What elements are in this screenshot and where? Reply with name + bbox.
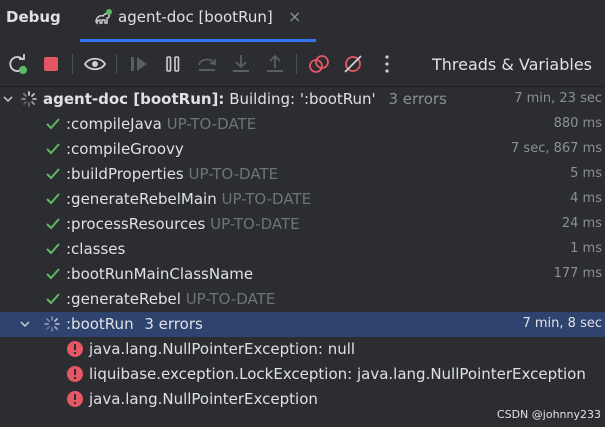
error-message: java.lang.NullPointerException <box>89 390 318 408</box>
chevron-down-icon[interactable] <box>0 91 16 107</box>
task-duration: 4 ms <box>570 191 602 206</box>
task-status: UP-TO-DATE <box>221 190 312 208</box>
task-name: :generateRebelMain <box>66 190 217 208</box>
task-status: UP-TO-DATE <box>166 115 257 133</box>
step-over-icon[interactable] <box>195 52 219 76</box>
root-task-name: agent-doc [bootRun]: <box>43 90 225 108</box>
task-name: :processResources <box>66 215 206 233</box>
root-duration: 7 min, 23 sec <box>514 91 602 106</box>
resume-icon[interactable] <box>127 52 151 76</box>
toolbar-separator <box>296 54 297 74</box>
error-row[interactable]: java.lang.NullPointerException: null <box>0 337 605 362</box>
bootrun-task-name: :bootRun <box>66 315 134 333</box>
task-row[interactable]: :buildProperties UP-TO-DATE 5 ms <box>0 162 605 187</box>
task-duration: 177 ms <box>553 266 602 281</box>
mute-breakpoints-icon[interactable] <box>341 52 365 76</box>
tab-agent-doc-bootrun[interactable]: agent-doc [bootRun] × <box>80 0 316 42</box>
step-into-icon[interactable] <box>229 52 253 76</box>
task-row[interactable]: :bootRunMainClassName 177 ms <box>0 262 605 287</box>
task-name: :generateRebel <box>66 290 181 308</box>
stop-icon[interactable] <box>39 52 63 76</box>
checkmark-icon <box>46 218 60 230</box>
task-name: :compileJava <box>66 115 162 133</box>
gradle-run-icon <box>95 9 112 25</box>
task-status: UP-TO-DATE <box>185 290 276 308</box>
task-name: :buildProperties <box>66 165 184 183</box>
tree-root-row[interactable]: agent-doc [bootRun]: Building: ':bootRun… <box>0 87 605 112</box>
checkmark-icon <box>46 268 60 280</box>
more-icon[interactable] <box>375 52 399 76</box>
checkmark-icon <box>46 293 60 305</box>
task-row[interactable]: :generateRebelMain UP-TO-DATE 4 ms <box>0 187 605 212</box>
task-row[interactable]: :generateRebel UP-TO-DATE <box>0 287 605 312</box>
task-status: UP-TO-DATE <box>210 215 300 233</box>
view-icon[interactable] <box>83 52 107 76</box>
rerun-icon[interactable] <box>6 52 30 76</box>
step-out-icon[interactable] <box>263 52 287 76</box>
task-name: :bootRunMainClassName <box>66 265 254 283</box>
error-message: liquibase.exception.LockException: java.… <box>89 365 586 383</box>
tab-label: agent-doc [bootRun] <box>118 8 273 26</box>
error-row[interactable]: liquibase.exception.LockException: java.… <box>0 362 605 387</box>
error-icon <box>67 391 83 407</box>
error-icon <box>67 366 83 382</box>
checkmark-icon <box>46 193 60 205</box>
task-status: UP-TO-DATE <box>188 165 279 183</box>
threads-variables-tab[interactable]: Threads & Variables <box>432 55 592 74</box>
checkmark-icon <box>46 118 60 130</box>
panel-title: Debug <box>6 8 61 26</box>
pause-icon[interactable] <box>161 52 185 76</box>
toolbar-separator <box>72 54 73 74</box>
task-name: :compileGroovy <box>66 140 184 158</box>
root-error-count: 3 errors <box>388 90 447 108</box>
task-duration: 5 ms <box>570 166 602 181</box>
spinner-icon <box>44 316 60 332</box>
watermark: CSDN @johnny233 <box>496 408 601 421</box>
task-duration: 880 ms <box>553 116 602 131</box>
tab-close-icon[interactable]: × <box>288 7 301 26</box>
task-row[interactable]: :processResources UP-TO-DATE 24 ms <box>0 212 605 237</box>
task-row[interactable]: :compileGroovy 7 sec, 867 ms <box>0 137 605 162</box>
error-icon <box>67 341 83 357</box>
debug-header: Debug agent-doc [bootRun] × <box>0 0 605 42</box>
spinner-icon <box>21 91 37 107</box>
task-row[interactable]: :classes 1 ms <box>0 237 605 262</box>
task-duration: 24 ms <box>561 216 602 231</box>
task-row[interactable]: :compileJava UP-TO-DATE 880 ms <box>0 112 605 137</box>
checkmark-icon <box>46 143 60 155</box>
bootrun-duration: 7 min, 8 sec <box>522 316 602 331</box>
task-name: :classes <box>66 240 126 258</box>
task-duration: 7 sec, 867 ms <box>511 141 602 156</box>
checkmark-icon <box>46 168 60 180</box>
view-breakpoints-icon[interactable] <box>307 52 331 76</box>
error-message: java.lang.NullPointerException: null <box>89 340 356 358</box>
task-duration: 1 ms <box>570 241 602 256</box>
debug-toolbar: Threads & Variables <box>0 42 605 87</box>
toolbar-separator <box>116 54 117 74</box>
bootrun-error-count: 3 errors <box>144 315 203 333</box>
bootrun-task-row[interactable]: :bootRun 3 errors 7 min, 8 sec <box>0 312 605 337</box>
chevron-down-icon[interactable] <box>17 316 33 332</box>
checkmark-icon <box>46 243 60 255</box>
root-task-message: Building: ':bootRun' <box>229 90 376 108</box>
